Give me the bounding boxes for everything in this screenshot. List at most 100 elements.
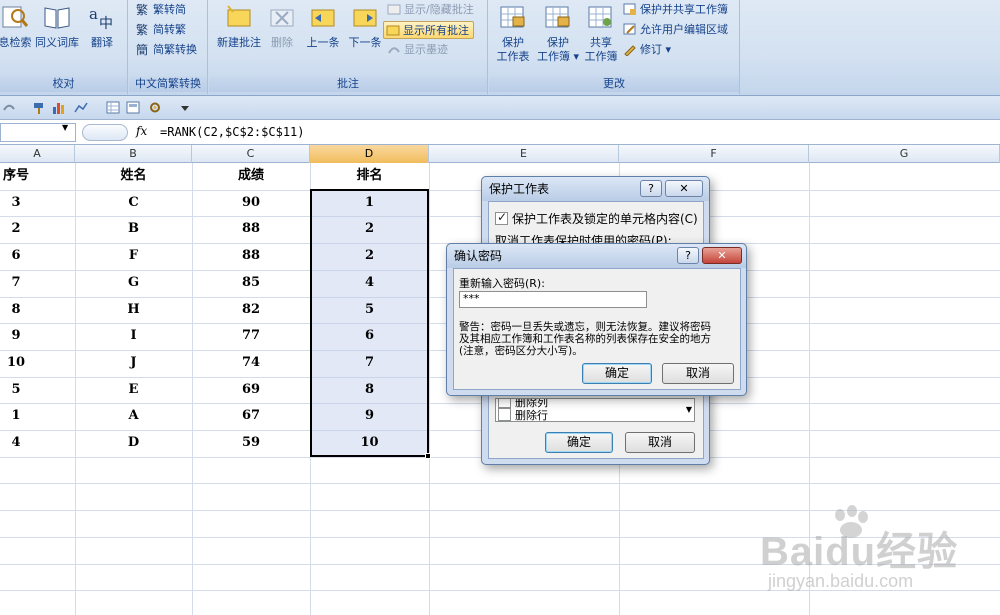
translate-button[interactable]: a中 翻译 [84,4,120,50]
show-hide-comment-button[interactable]: 显示/隐藏批注 [387,1,474,19]
name-cell[interactable]: C [75,190,192,216]
seq-cell[interactable]: 3 [0,190,32,216]
chart-icon[interactable] [52,101,66,114]
watermark-main-text: Baidu经验 [760,530,959,574]
seq-cell[interactable]: 4 [0,430,32,456]
next-comment-button[interactable]: 下一条 [345,4,385,50]
score-cell[interactable]: 85 [192,270,310,296]
protect-help-button[interactable]: ? [640,180,662,197]
column-header-d[interactable]: D [310,145,429,163]
header-cell-rank[interactable]: 排名 [310,163,429,189]
new-comment-button[interactable]: 新建批注 [213,4,265,50]
reenter-password-input[interactable]: *** [459,291,647,308]
name-cell[interactable]: D [75,430,192,456]
seq-cell[interactable]: 1 [0,403,32,429]
seq-cell[interactable]: 5 [0,377,32,403]
simp-to-trad-button[interactable]: 繁简转繁 [136,21,186,39]
score-cell[interactable]: 82 [192,297,310,323]
name-cell[interactable]: B [75,216,192,242]
name-cell[interactable]: F [75,243,192,269]
formula-input[interactable]: =RANK(C2,$C$2:$C$11) [160,125,305,139]
line-chart-icon[interactable] [74,101,88,114]
protect-close-button[interactable]: ✕ [665,180,703,197]
column-header-c[interactable]: C [192,145,310,163]
form-icon[interactable] [126,101,140,114]
confirm-close-button[interactable]: ✕ [702,247,742,264]
customize-dropdown-icon[interactable] [178,101,192,114]
score-cell[interactable]: 88 [192,243,310,269]
seq-cell[interactable]: 8 [0,297,32,323]
confirm-cancel-button[interactable]: 取消 [662,363,734,384]
seq-cell[interactable]: 6 [0,243,32,269]
rank-cell[interactable]: 8 [310,377,429,403]
confirm-help-button[interactable]: ? [677,247,699,264]
score-cell[interactable]: 74 [192,350,310,376]
permission-item-delete-rows[interactable]: 删除行 [498,407,548,421]
seq-cell[interactable]: 7 [0,270,32,296]
seq-cell[interactable]: 9 [0,323,32,349]
rank-cell[interactable]: 2 [310,243,429,269]
permissions-list[interactable]: 删除列 删除行 ▼ [495,398,695,422]
rank-cell[interactable]: 2 [310,216,429,242]
rank-cell[interactable]: 7 [310,350,429,376]
confirm-password-dialog-body: 重新输入密码(R): *** 警告：密码一旦丢失或遗忘，则无法恢复。建议将密码 … [453,268,741,390]
rank-cell[interactable]: 9 [310,403,429,429]
changes-group: 保护 工作表 保护 工作簿 ▾ 共享 工作簿 保护并共享工作簿 允许用户编辑区域… [489,0,740,94]
protect-ok-button[interactable]: 确定 [545,432,613,453]
rank-cell[interactable]: 5 [310,297,429,323]
column-header-a[interactable]: A [0,145,75,163]
protect-share-button[interactable]: 保护并共享工作簿 [623,1,728,19]
column-headers: A B C D E F G [0,145,1000,163]
list-scroll-down-icon[interactable]: ▼ [686,405,692,414]
redo-icon[interactable] [2,101,16,114]
score-cell[interactable]: 67 [192,403,310,429]
column-header-b[interactable]: B [75,145,192,163]
name-cell[interactable]: G [75,270,192,296]
settings-icon[interactable] [148,101,162,114]
insert-function-button[interactable]: fx [136,124,147,138]
seq-cell[interactable]: 10 [0,350,32,376]
score-cell[interactable]: 88 [192,216,310,242]
track-changes-button[interactable]: 修订 ▾ [623,41,671,59]
column-header-e[interactable]: E [429,145,619,163]
header-cell-seq[interactable]: 序号 [0,163,32,189]
protect-workbook-button[interactable]: 保护 工作簿 ▾ [535,4,581,64]
format-painter-icon[interactable] [32,101,46,114]
next-comment-icon [353,9,377,27]
column-header-f[interactable]: F [619,145,809,163]
share-workbook-button[interactable]: 共享 工作簿 [581,4,621,64]
protect-cancel-button[interactable]: 取消 [625,432,695,453]
header-cell-score[interactable]: 成绩 [192,163,310,189]
previous-comment-button[interactable]: 上一条 [303,4,343,50]
rank-cell[interactable]: 6 [310,323,429,349]
header-cell-name[interactable]: 姓名 [75,163,192,189]
trad-to-simp-button[interactable]: 繁繁转简 [136,1,186,19]
confirm-ok-button[interactable]: 确定 [582,363,652,384]
column-header-g[interactable]: G [809,145,1000,163]
allow-edit-ranges-button[interactable]: 允许用户编辑区域 [623,21,728,39]
score-cell[interactable]: 59 [192,430,310,456]
table-icon[interactable] [106,101,120,114]
name-cell[interactable]: H [75,297,192,323]
conversion-button[interactable]: 簡简繁转换 [136,41,197,59]
seq-cell[interactable]: 2 [0,216,32,242]
show-ink-button[interactable]: 显示墨迹 [387,41,448,59]
name-cell[interactable]: E [75,377,192,403]
name-cell[interactable]: I [75,323,192,349]
score-cell[interactable]: 77 [192,323,310,349]
name-cell[interactable]: J [75,350,192,376]
name-cell[interactable]: A [75,403,192,429]
rank-cell[interactable]: 4 [310,270,429,296]
rank-cell[interactable]: 1 [310,190,429,216]
protect-sheet-button[interactable]: 保护 工作表 [493,4,533,64]
delete-comment-button[interactable]: 删除 [267,4,297,50]
protect-contents-checkbox[interactable]: 保护工作表及锁定的单元格内容(C) [495,210,698,227]
score-cell[interactable]: 90 [192,190,310,216]
name-box-dropdown-icon[interactable]: ▼ [62,123,68,132]
research-button[interactable]: 息检索 [0,4,32,50]
rank-cell[interactable]: 10 [310,430,429,456]
formula-bar-expand-handle[interactable] [82,124,128,141]
show-all-comments-button[interactable]: 显示所有批注 [383,21,474,39]
thesaurus-button[interactable]: 同义词库 [34,4,80,50]
score-cell[interactable]: 69 [192,377,310,403]
